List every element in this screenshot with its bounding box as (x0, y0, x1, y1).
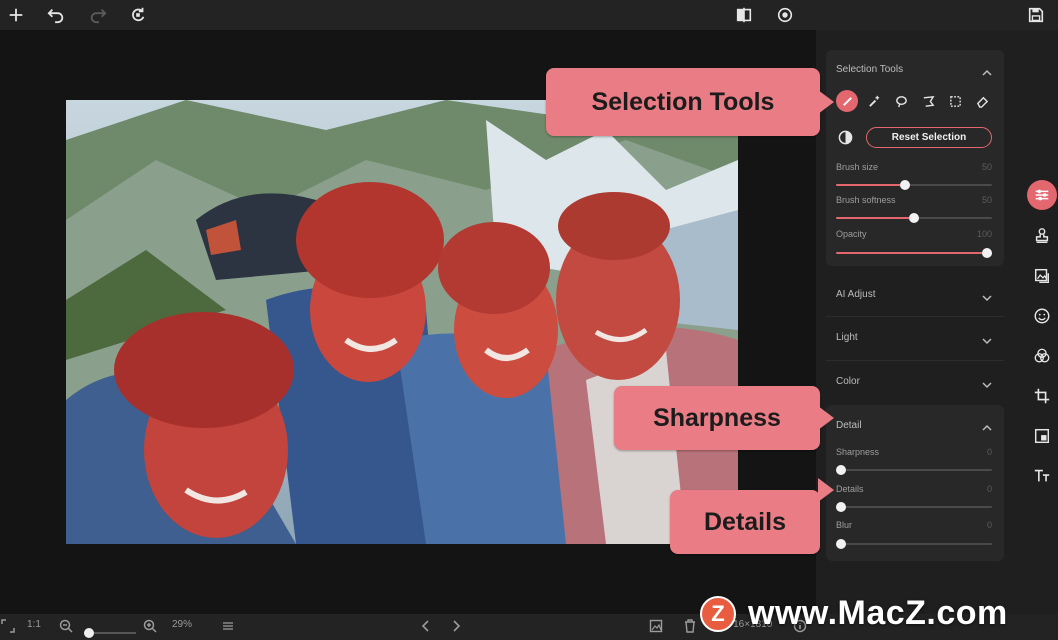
details-label: Details (836, 484, 864, 494)
zoom-level: 29% (172, 619, 193, 630)
zoom-out-icon[interactable] (58, 618, 74, 634)
compare-icon[interactable] (732, 3, 756, 27)
chevron-down-icon[interactable] (982, 290, 992, 302)
ratio-button[interactable]: 1:1 (27, 619, 41, 630)
blur-slider[interactable] (836, 539, 992, 549)
face-icon[interactable] (1028, 302, 1056, 330)
selection-mode-icon[interactable] (838, 130, 853, 145)
trash-icon[interactable] (682, 618, 698, 634)
opacity-value: 100 (976, 229, 992, 239)
zoom-slider-handle[interactable] (84, 628, 94, 638)
callout-selection-tools: Selection Tools (546, 68, 820, 136)
chevron-down-icon[interactable] (982, 377, 992, 389)
chevron-down-icon[interactable] (982, 333, 992, 345)
opacity-label: Opacity (836, 229, 867, 239)
next-image-icon[interactable] (448, 618, 464, 634)
sharpness-label: Sharpness (836, 447, 880, 457)
callout-arrow (818, 406, 834, 430)
rect-select-icon[interactable] (944, 90, 966, 112)
section-detail[interactable]: Detail (836, 420, 862, 431)
add-icon[interactable] (4, 3, 28, 27)
sharpness-value: 0 (986, 447, 992, 457)
blur-value: 0 (986, 520, 992, 530)
adjust-sliders-icon[interactable] (1027, 180, 1057, 210)
divider (826, 360, 1004, 361)
fit-screen-icon[interactable] (0, 618, 16, 634)
brush-tool-icon[interactable] (836, 90, 858, 112)
callout-sharpness: Sharpness (614, 386, 820, 450)
details-value: 0 (986, 484, 992, 494)
image-replace-icon[interactable] (1028, 262, 1056, 290)
sharpness-slider[interactable] (836, 465, 992, 475)
image-icon[interactable] (648, 618, 664, 634)
text-icon[interactable] (1028, 462, 1056, 490)
save-icon[interactable] (1024, 3, 1048, 27)
crop-icon[interactable] (1028, 382, 1056, 410)
brush-softness-value: 50 (981, 195, 992, 205)
watermark-logo: Z (700, 596, 736, 632)
prev-image-icon[interactable] (418, 618, 434, 634)
callout-arrow (818, 478, 834, 502)
redo-icon[interactable] (86, 3, 110, 27)
selection-tools-title: Selection Tools (836, 64, 904, 75)
reset-icon[interactable] (126, 3, 150, 27)
callout-arrow (818, 90, 834, 114)
details-slider[interactable] (836, 502, 992, 512)
section-ai-adjust[interactable]: AI Adjust (836, 289, 875, 300)
zoom-in-icon[interactable] (142, 618, 158, 634)
edited-photo[interactable] (66, 100, 738, 544)
brush-size-value: 50 (981, 162, 992, 172)
stamp-icon[interactable] (1028, 222, 1056, 250)
divider (826, 316, 1004, 317)
top-toolbar (0, 0, 1058, 30)
chevron-up-icon[interactable] (982, 65, 992, 76)
color-circles-icon[interactable] (1028, 342, 1056, 370)
selection-tool-row (836, 90, 996, 112)
polygon-lasso-icon[interactable] (917, 90, 939, 112)
brush-softness-label: Brush softness (836, 195, 896, 205)
eraser-icon[interactable] (971, 90, 993, 112)
lasso-icon[interactable] (890, 90, 912, 112)
preview-eye-icon[interactable] (773, 3, 797, 27)
section-light[interactable]: Light (836, 332, 858, 343)
blur-label: Blur (836, 520, 853, 530)
grid-icon[interactable] (220, 618, 236, 634)
brush-softness-slider[interactable] (836, 213, 992, 223)
section-color[interactable]: Color (836, 376, 860, 387)
chevron-up-icon[interactable] (982, 420, 992, 431)
reset-selection-button[interactable]: Reset Selection (866, 127, 992, 148)
undo-icon[interactable] (44, 3, 68, 27)
callout-details: Details (670, 490, 820, 554)
watermark-text: www.MacZ.com (748, 594, 1008, 632)
brush-size-label: Brush size (836, 162, 879, 172)
brush-size-slider[interactable] (836, 180, 992, 190)
frame-icon[interactable] (1028, 422, 1056, 450)
opacity-slider[interactable] (836, 248, 992, 258)
magic-wand-icon[interactable] (863, 90, 885, 112)
